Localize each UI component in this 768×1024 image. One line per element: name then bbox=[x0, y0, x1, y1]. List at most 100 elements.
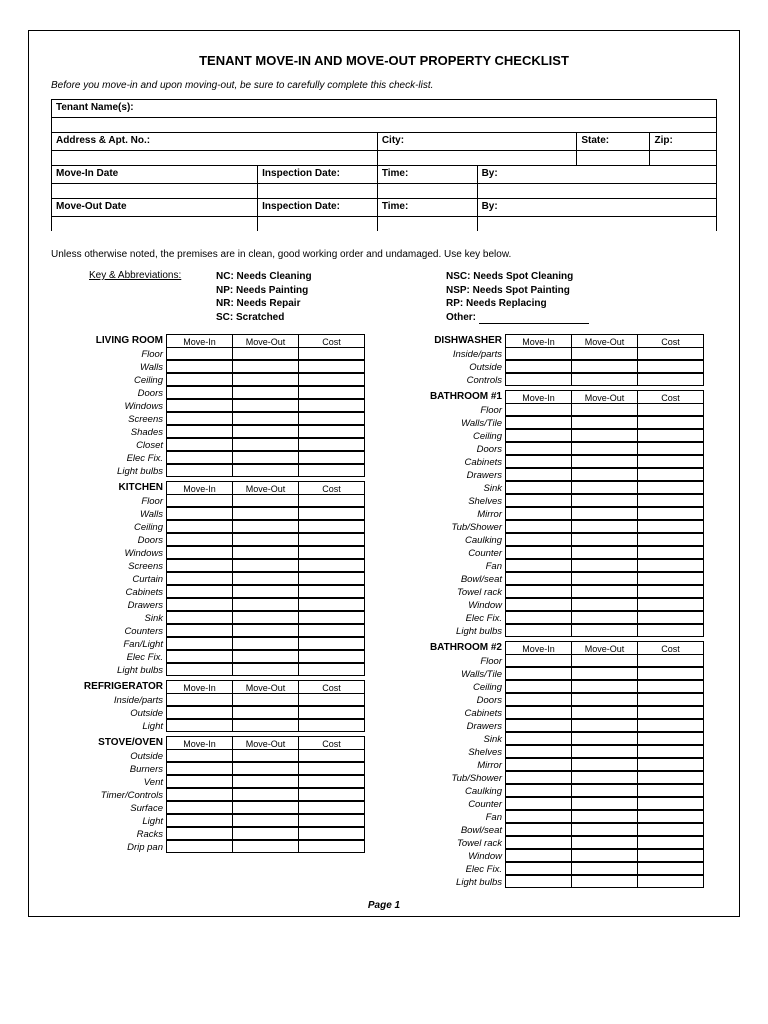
item-cell[interactable] bbox=[232, 650, 299, 663]
state-input[interactable] bbox=[577, 151, 650, 166]
inspection-date-input-2[interactable] bbox=[258, 217, 378, 232]
item-cell[interactable] bbox=[232, 693, 299, 706]
item-cell[interactable] bbox=[637, 680, 704, 693]
item-cell[interactable] bbox=[166, 559, 233, 572]
item-cell[interactable] bbox=[571, 429, 638, 442]
item-cell[interactable] bbox=[571, 373, 638, 386]
item-cell[interactable] bbox=[298, 762, 365, 775]
item-cell[interactable] bbox=[637, 403, 704, 416]
item-cell[interactable] bbox=[637, 468, 704, 481]
item-cell[interactable] bbox=[298, 650, 365, 663]
item-cell[interactable] bbox=[232, 546, 299, 559]
item-cell[interactable] bbox=[505, 429, 572, 442]
item-cell[interactable] bbox=[166, 464, 233, 477]
item-cell[interactable] bbox=[298, 451, 365, 464]
item-cell[interactable] bbox=[232, 399, 299, 412]
item-cell[interactable] bbox=[571, 706, 638, 719]
item-cell[interactable] bbox=[166, 801, 233, 814]
item-cell[interactable] bbox=[571, 771, 638, 784]
item-cell[interactable] bbox=[232, 386, 299, 399]
item-cell[interactable] bbox=[166, 624, 233, 637]
item-cell[interactable] bbox=[637, 758, 704, 771]
item-cell[interactable] bbox=[637, 836, 704, 849]
item-cell[interactable] bbox=[232, 762, 299, 775]
item-cell[interactable] bbox=[571, 494, 638, 507]
item-cell[interactable] bbox=[505, 507, 572, 520]
item-cell[interactable] bbox=[637, 693, 704, 706]
item-cell[interactable] bbox=[298, 412, 365, 425]
item-cell[interactable] bbox=[232, 598, 299, 611]
item-cell[interactable] bbox=[166, 840, 233, 853]
item-cell[interactable] bbox=[571, 468, 638, 481]
item-cell[interactable] bbox=[298, 585, 365, 598]
item-cell[interactable] bbox=[571, 546, 638, 559]
item-cell[interactable] bbox=[166, 762, 233, 775]
item-cell[interactable] bbox=[166, 749, 233, 762]
item-cell[interactable] bbox=[637, 719, 704, 732]
item-cell[interactable] bbox=[571, 862, 638, 875]
item-cell[interactable] bbox=[505, 585, 572, 598]
item-cell[interactable] bbox=[232, 533, 299, 546]
item-cell[interactable] bbox=[298, 494, 365, 507]
item-cell[interactable] bbox=[166, 386, 233, 399]
item-cell[interactable] bbox=[637, 429, 704, 442]
item-cell[interactable] bbox=[232, 507, 299, 520]
item-cell[interactable] bbox=[505, 572, 572, 585]
item-cell[interactable] bbox=[166, 507, 233, 520]
tenant-names-input[interactable] bbox=[52, 118, 717, 133]
item-cell[interactable] bbox=[637, 732, 704, 745]
item-cell[interactable] bbox=[298, 788, 365, 801]
item-cell[interactable] bbox=[232, 373, 299, 386]
item-cell[interactable] bbox=[571, 797, 638, 810]
item-cell[interactable] bbox=[505, 706, 572, 719]
item-cell[interactable] bbox=[505, 442, 572, 455]
item-cell[interactable] bbox=[637, 585, 704, 598]
item-cell[interactable] bbox=[505, 481, 572, 494]
item-cell[interactable] bbox=[505, 797, 572, 810]
item-cell[interactable] bbox=[232, 572, 299, 585]
item-cell[interactable] bbox=[571, 585, 638, 598]
item-cell[interactable] bbox=[166, 451, 233, 464]
item-cell[interactable] bbox=[637, 810, 704, 823]
item-cell[interactable] bbox=[166, 637, 233, 650]
item-cell[interactable] bbox=[637, 416, 704, 429]
item-cell[interactable] bbox=[571, 347, 638, 360]
item-cell[interactable] bbox=[505, 654, 572, 667]
item-cell[interactable] bbox=[637, 494, 704, 507]
item-cell[interactable] bbox=[298, 775, 365, 788]
item-cell[interactable] bbox=[166, 494, 233, 507]
item-cell[interactable] bbox=[637, 875, 704, 888]
city-input[interactable] bbox=[377, 151, 577, 166]
item-cell[interactable] bbox=[505, 719, 572, 732]
time-input-1[interactable] bbox=[377, 184, 477, 199]
item-cell[interactable] bbox=[571, 598, 638, 611]
item-cell[interactable] bbox=[571, 680, 638, 693]
item-cell[interactable] bbox=[571, 520, 638, 533]
item-cell[interactable] bbox=[166, 520, 233, 533]
item-cell[interactable] bbox=[571, 507, 638, 520]
item-cell[interactable] bbox=[298, 464, 365, 477]
item-cell[interactable] bbox=[232, 749, 299, 762]
item-cell[interactable] bbox=[505, 546, 572, 559]
item-cell[interactable] bbox=[232, 585, 299, 598]
item-cell[interactable] bbox=[232, 637, 299, 650]
item-cell[interactable] bbox=[232, 347, 299, 360]
item-cell[interactable] bbox=[505, 862, 572, 875]
item-cell[interactable] bbox=[298, 637, 365, 650]
item-cell[interactable] bbox=[166, 585, 233, 598]
item-cell[interactable] bbox=[637, 745, 704, 758]
item-cell[interactable] bbox=[232, 611, 299, 624]
item-cell[interactable] bbox=[166, 775, 233, 788]
item-cell[interactable] bbox=[505, 771, 572, 784]
item-cell[interactable] bbox=[637, 533, 704, 546]
other-input[interactable] bbox=[479, 323, 589, 324]
item-cell[interactable] bbox=[505, 373, 572, 386]
item-cell[interactable] bbox=[298, 546, 365, 559]
item-cell[interactable] bbox=[298, 386, 365, 399]
item-cell[interactable] bbox=[298, 559, 365, 572]
item-cell[interactable] bbox=[637, 706, 704, 719]
item-cell[interactable] bbox=[571, 572, 638, 585]
item-cell[interactable] bbox=[637, 598, 704, 611]
item-cell[interactable] bbox=[637, 507, 704, 520]
item-cell[interactable] bbox=[166, 425, 233, 438]
